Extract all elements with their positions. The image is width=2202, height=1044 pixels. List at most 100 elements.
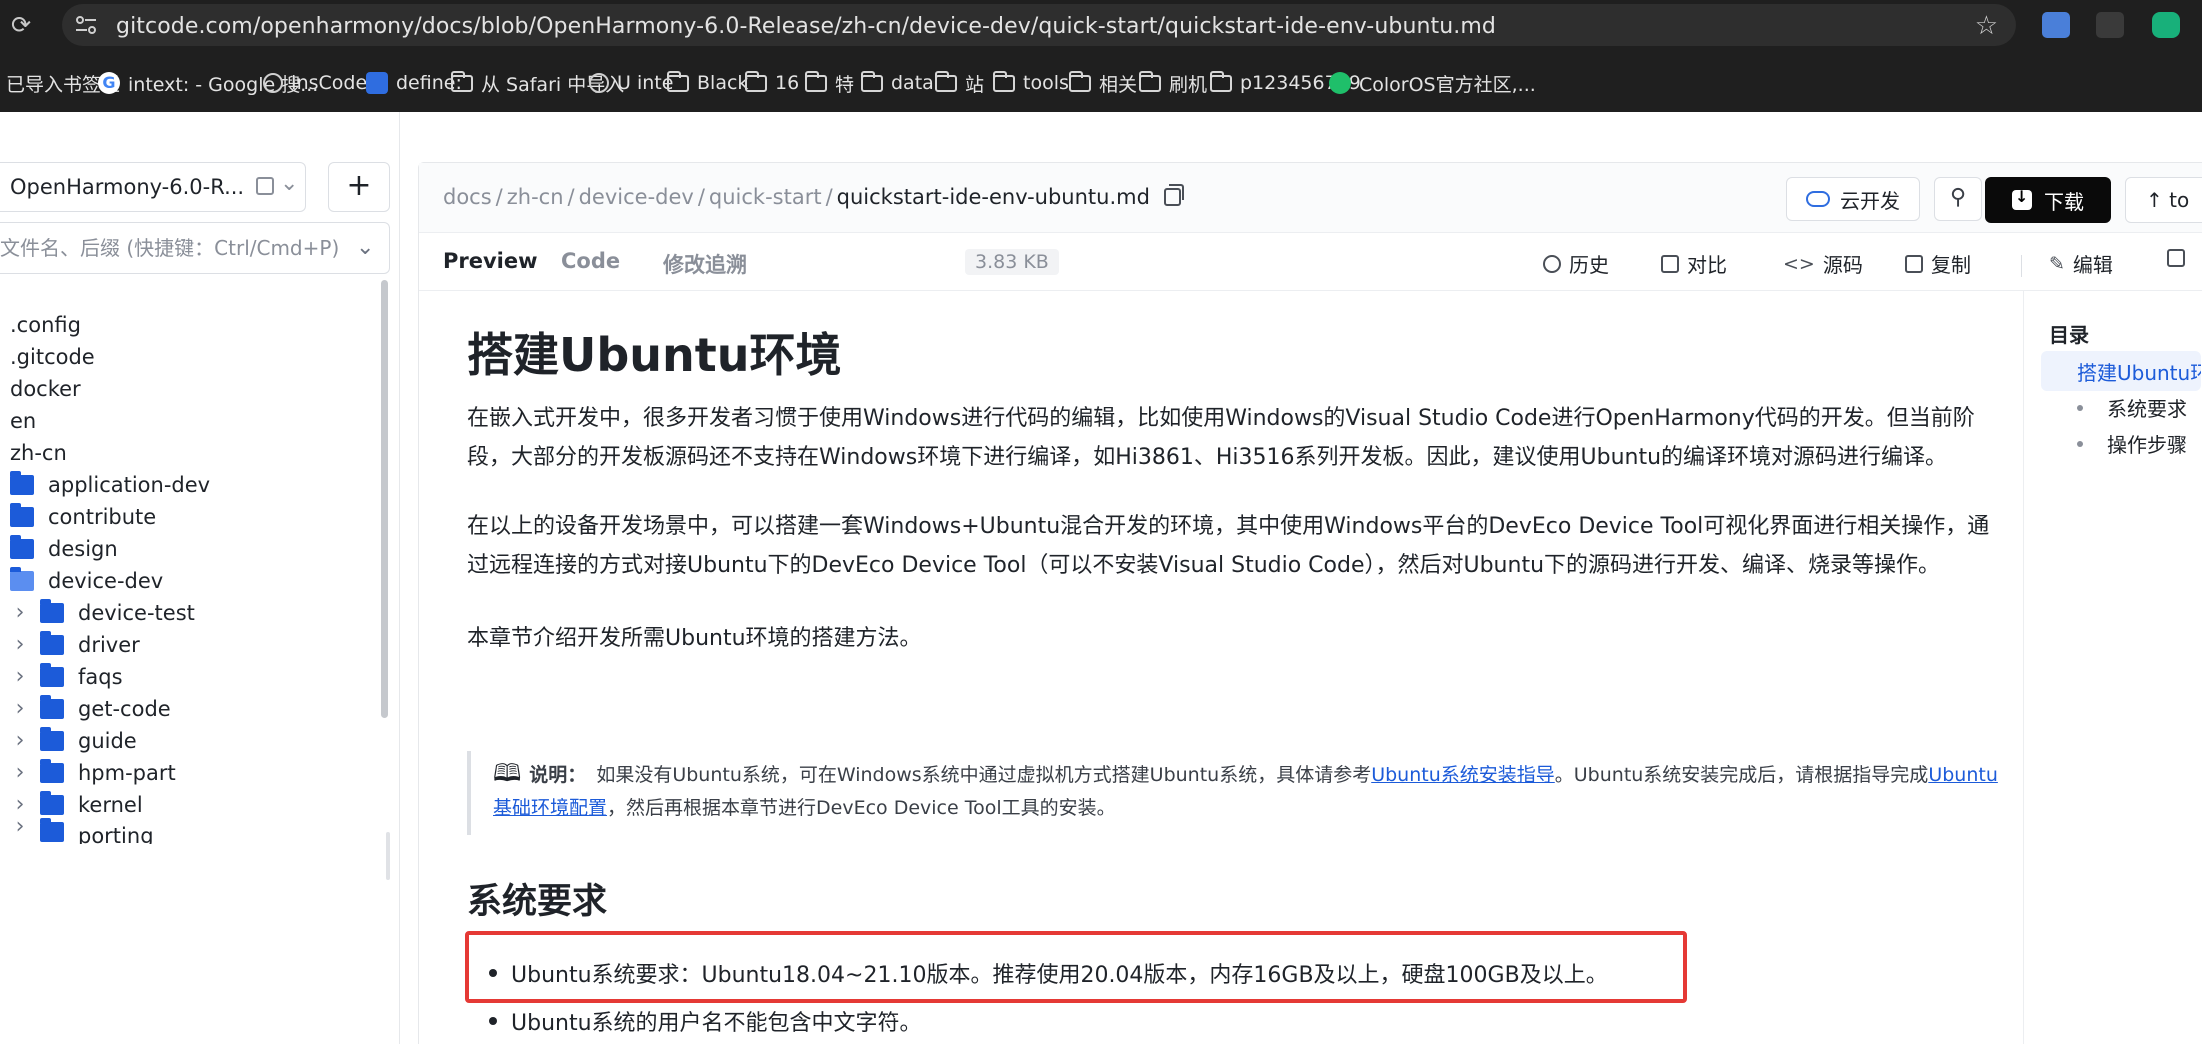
translate-extension-icon[interactable] [2042, 12, 2070, 38]
bookmark-item[interactable]: U inte [589, 68, 673, 98]
more-button[interactable] [2167, 249, 2185, 267]
history-label: 历史 [1569, 253, 1609, 277]
bookmark-folder[interactable]: 站 [935, 68, 984, 98]
page-title: 搭建Ubuntu环境 [467, 328, 842, 382]
edit-button[interactable]: ✎ 编辑 [2049, 249, 2113, 278]
bookmark-star-icon[interactable]: ☆ [1975, 11, 1998, 41]
pencil-icon: ✎ [2049, 252, 2065, 275]
folder-icon [10, 502, 34, 527]
bookmark-folder[interactable]: data [861, 68, 934, 98]
folder-open-icon [10, 566, 34, 591]
breadcrumb-link[interactable]: device-dev [579, 185, 694, 209]
cloud-dev-button[interactable]: 云开发 [1786, 177, 1920, 221]
ubuntu-install-link[interactable]: Ubuntu系统安装指导 [1371, 764, 1555, 786]
paragraph: 在以上的设备开发场景中，可以搭建一套Windows+Ubuntu混合开发的环境，… [467, 514, 1990, 578]
bookmark-label: 相关 [1099, 73, 1138, 96]
tree-folder[interactable]: › porting [10, 814, 154, 844]
tree-item-label: guide [78, 728, 137, 753]
branch-selector[interactable]: OpenHarmony-6.0-R... ⌄ [0, 162, 306, 212]
bookmark-item[interactable]: define: [366, 68, 462, 98]
highlight-annotation-box [465, 931, 1687, 1003]
tab-blame[interactable]: 修改追溯 [663, 249, 747, 279]
tree-item-label: driver [78, 632, 140, 657]
bookmark-label: ColorOS官方社区,... [1359, 73, 1536, 96]
bookmark-label: 站 [965, 73, 985, 96]
toc-item[interactable]: 搭建Ubuntu环境 [2041, 351, 2201, 391]
bookmark-label: 刷机 [1169, 73, 1208, 96]
chevron-down-icon: ⌄ [280, 171, 299, 196]
bookmark-label: Black [697, 72, 749, 94]
bookmark-folder[interactable]: 特 [805, 68, 854, 98]
reload-icon[interactable]: ⟳ [8, 12, 34, 38]
download-label: 下载 [2044, 189, 2084, 214]
copy-icon[interactable] [256, 177, 274, 195]
view-tabs: Preview Code 修改追溯 3.83 KB 历史 对比 <> 源码 复制 … [419, 233, 2202, 291]
note-text: 。Ubuntu系统安装完成后，请根据指导完成 [1554, 764, 1929, 786]
source-label: 源码 [1822, 253, 1863, 277]
address-row: ⟳ gitcode.com/openharmony/docs/blob/Open… [0, 0, 2202, 50]
globe-icon [589, 73, 609, 93]
folder-icon [40, 630, 64, 655]
site-info-icon[interactable] [74, 14, 98, 36]
folder-icon [935, 70, 957, 92]
bookmark-label: data [891, 72, 934, 94]
breadcrumb-link[interactable]: zh-cn [507, 185, 564, 209]
toc-item[interactable]: 系统要求 [2077, 393, 2187, 422]
download-icon [2012, 187, 2032, 210]
tree-item-label: get-code [78, 696, 171, 721]
bullet-dot [489, 1017, 497, 1025]
bookmark-folder[interactable]: 16 [745, 68, 799, 98]
copy-button[interactable]: 复制 [1905, 249, 1971, 278]
tab-code[interactable]: Code [561, 249, 620, 273]
bookmark-folder[interactable]: Black [667, 68, 748, 98]
bookmark-item[interactable]: ColorOS官方社区,... [1329, 68, 1536, 98]
add-file-button[interactable]: + [328, 162, 390, 212]
note-text: 如果没有Ubuntu系统，可在Windows系统中通过虚拟机方式搭建Ubuntu… [596, 764, 1372, 786]
folder-icon [993, 70, 1015, 92]
resize-handle[interactable] [386, 832, 390, 880]
folder-icon [805, 70, 827, 92]
file-search-input[interactable] [0, 223, 340, 273]
bookmark-folder[interactable]: 刷机 [1139, 68, 1207, 98]
folder-icon [1210, 70, 1232, 92]
folder-icon [40, 790, 64, 815]
copy-label: 复制 [1931, 253, 1971, 277]
source-button[interactable]: <> 源码 [1783, 249, 1863, 278]
list-item: Ubuntu系统的用户名不能包含中文字符。 [489, 1005, 922, 1037]
breadcrumb: docs / zh-cn / device-dev / quick-start … [443, 184, 1184, 209]
folder-icon [667, 70, 689, 92]
folder-icon [40, 598, 64, 623]
copy-path-icon[interactable] [1163, 184, 1184, 206]
more-icon [2167, 249, 2185, 267]
folder-icon [10, 534, 34, 559]
tree-item-label: design [48, 536, 118, 561]
bullet-dot [2077, 404, 2083, 411]
tab-preview[interactable]: Preview [419, 249, 538, 273]
bookmarks-bar: 已导入书签栏 Gintext: - Google 搜... InsCodeAI … [0, 62, 2202, 102]
folder-icon [10, 470, 34, 495]
chevron-down-icon[interactable]: ⌄ [356, 235, 374, 260]
chat-extension-icon[interactable] [2152, 12, 2180, 38]
file-size-badge: 3.83 KB [965, 249, 1059, 275]
toc-item[interactable]: 操作步骤 [2077, 429, 2187, 458]
url-text[interactable]: gitcode.com/openharmony/docs/blob/OpenHa… [116, 14, 1496, 39]
tree-item-label: zh-cn [10, 440, 67, 465]
history-button[interactable]: 历史 [1543, 249, 1609, 278]
bookmark-folder[interactable]: 相关 [1069, 68, 1137, 98]
chevron-right-icon[interactable]: › [10, 814, 30, 839]
main-panel: docs / zh-cn / device-dev / quick-start … [418, 162, 2202, 1044]
download-button[interactable]: 下载 [1985, 177, 2111, 223]
extension-icon[interactable] [2096, 12, 2124, 38]
file-search[interactable]: ⌄ [0, 222, 390, 274]
breadcrumb-link[interactable]: quick-start [709, 185, 822, 209]
sidebar-scrollbar[interactable] [381, 280, 388, 718]
breadcrumb-link[interactable]: docs [443, 185, 492, 209]
bug-icon[interactable]: ⚲ [1934, 177, 1982, 221]
folder-icon [1069, 70, 1091, 92]
bookmark-folder[interactable]: tools [993, 68, 1069, 98]
address-bar[interactable]: gitcode.com/openharmony/docs/blob/OpenHa… [62, 4, 2016, 46]
file-sidebar: OpenHarmony-6.0-R... ⌄ + ⌄ .config .gitc… [0, 112, 400, 1044]
upload-button[interactable]: ↑ to [2125, 177, 2202, 223]
table-of-contents: 目录 搭建Ubuntu环境 系统要求 操作步骤 [2023, 291, 2202, 1044]
compare-button[interactable]: 对比 [1661, 249, 1727, 278]
